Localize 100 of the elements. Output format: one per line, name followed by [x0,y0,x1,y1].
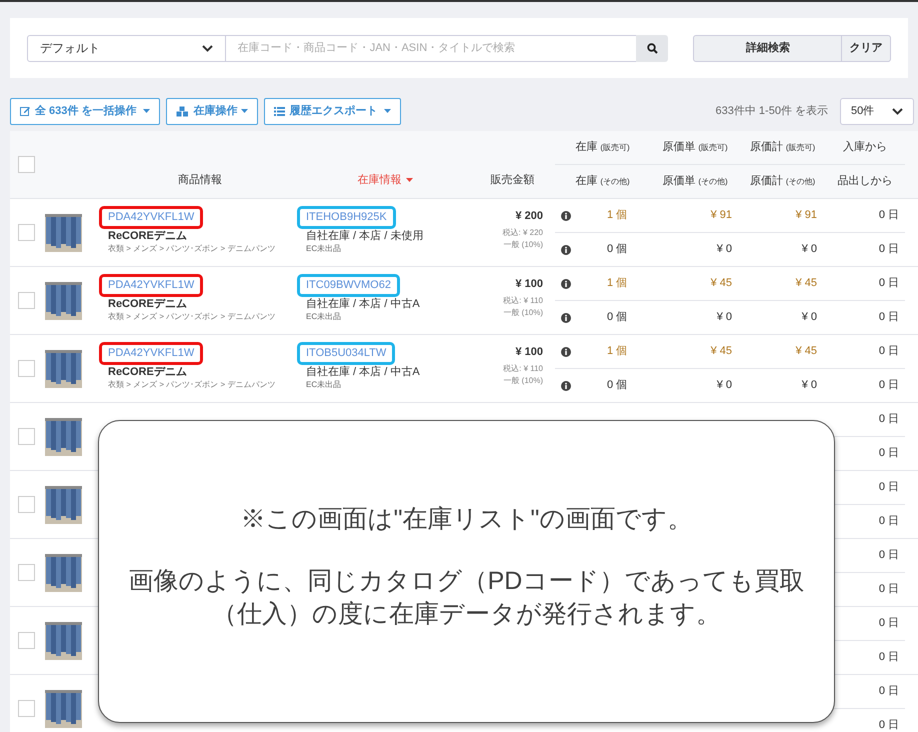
search-button[interactable] [636,34,668,62]
days-count: 0 日 [878,446,899,462]
column-header: 在庫 (販売可) [575,140,630,156]
days-count: 0 日 [878,276,899,292]
info-icon [561,380,571,390]
unit-cost: ¥ 45 [710,276,732,292]
days-count: 0 日 [878,480,899,496]
page-size-select[interactable]: 50件 [840,98,914,124]
info-icon [561,210,571,220]
search-field[interactable]: 在庫コード・商品コード・JAN・ASIN・タイトルで検索 [226,34,636,62]
edit-icon [20,106,31,116]
price-text: ¥ 200 [515,209,543,224]
total-cost: ¥ 91 [796,208,817,224]
row-checkbox[interactable] [18,496,35,513]
unit-cost: ¥ 0 [716,378,732,394]
days-count: 0 日 [878,718,899,732]
total-cost: ¥ 0 [802,242,817,258]
days-count: 0 日 [878,548,899,564]
bulk-action-button[interactable]: 全 633件 を一括操作 [10,98,160,124]
product-name: ReCOREデニム [108,296,188,310]
row-checkbox[interactable] [18,700,35,717]
tax-class: 一般 (10%) [503,306,543,318]
caret-icon [241,109,248,113]
stock-action-button[interactable]: 在庫操作 [166,98,258,124]
price-text: ¥ 100 [515,345,543,360]
days-count: 0 日 [878,650,899,666]
code-link[interactable]: ITOB5U034LTW [297,342,396,364]
column-header: 入庫から [843,140,887,156]
total-cost: ¥ 0 [802,378,817,394]
stock-location: 自社在庫 / 本店 / 未使用 [306,228,424,242]
row-checkbox[interactable] [18,564,35,581]
price-text: ¥ 100 [515,277,543,292]
stock-count: 1 個 [607,208,628,224]
unit-cost: ¥ 45 [710,344,732,360]
days-count: 0 日 [878,582,899,598]
code-link[interactable]: PDA42YVKFL1W [99,274,204,296]
info-icon [561,312,571,322]
caret-icon [143,109,150,113]
category-path: 衣類 > メンズ > パンツ･ズボン > デニムパンツ [108,378,276,390]
stock-count: 0 個 [607,242,628,258]
stock-count: 0 個 [607,378,628,394]
tax-included-price: 税込: ¥ 110 [503,362,543,374]
product-name: ReCOREデニム [108,364,188,378]
list-icon [274,106,286,116]
column-header[interactable]: 販売金額 [490,172,534,188]
ec-status: EC未出品 [306,242,342,254]
days-count: 0 日 [878,616,899,632]
stock-count: 1 個 [607,276,628,292]
days-count: 0 日 [878,242,899,258]
sort-caret-icon [406,178,412,182]
column-header: 原価計 (販売可) [750,140,816,156]
select-all-checkbox[interactable] [18,156,35,173]
days-count: 0 日 [878,208,899,224]
code-link[interactable]: PDA42YVKFL1W [99,206,204,228]
stock-count: 0 個 [607,310,628,326]
range-text: 633件中 1-50件 を表示 [716,104,828,119]
code-link[interactable]: ITEHOB9H925K [297,206,396,228]
stock-location: 自社在庫 / 本店 / 中古A [306,364,421,378]
code-link[interactable]: ITC09BWVMO62 [297,274,400,296]
tax-included-price: 税込: ¥ 220 [502,226,543,238]
column-header: 原価単 (販売可) [662,140,728,156]
row-checkbox[interactable] [18,360,35,377]
unit-cost: ¥ 0 [716,310,732,326]
clear-button[interactable]: クリア [842,34,891,62]
row-checkbox[interactable] [18,632,35,649]
stock-location: 自社在庫 / 本店 / 中古A [306,296,421,310]
callout-note: ※この画面は"在庫リスト"の画面です。 [240,504,692,534]
preset-select[interactable]: デフォルト [27,34,226,62]
stock-count: 1 個 [607,344,628,360]
days-count: 0 日 [878,378,899,394]
days-count: 0 日 [878,412,899,428]
code-link[interactable]: PDA42YVKFL1W [99,342,204,364]
total-cost: ¥ 45 [796,276,817,292]
category-path: 衣類 > メンズ > パンツ･ズボン > デニムパンツ [108,310,276,322]
info-icon [561,346,571,356]
chevron-down-icon [202,44,213,52]
category-path: 衣類 > メンズ > パンツ･ズボン > デニムパンツ [108,242,276,254]
column-header: 在庫 (その他) [575,174,630,190]
column-header: 原価計 (その他) [750,174,816,190]
row-checkbox[interactable] [18,292,35,309]
row-checkbox[interactable] [18,224,35,241]
unit-cost: ¥ 91 [710,208,732,224]
info-icon [561,278,571,288]
tax-class: 一般 (10%) [503,374,543,386]
days-count: 0 日 [878,514,899,530]
ec-status: EC未出品 [306,378,342,390]
total-cost: ¥ 0 [802,310,817,326]
column-header[interactable]: 在庫情報 [358,172,412,188]
caret-icon [384,109,392,113]
product-name: ReCOREデニム [108,228,188,242]
callout-message: 画像のように、同じカタログ（PDコード）であっても買取（仕入）の度に在庫データが発行されます。 [128,566,806,630]
days-count: 0 日 [878,344,899,360]
tax-included-price: 税込: ¥ 110 [503,294,543,306]
days-count: 0 日 [878,310,899,326]
column-header[interactable]: 商品情報 [178,172,222,188]
export-button[interactable]: 履歴エクスポート [264,98,402,124]
row-checkbox[interactable] [18,428,35,445]
advanced-search-button[interactable]: 詳細検索 [693,34,842,62]
cubes-icon [176,106,190,116]
search-icon [646,42,658,54]
